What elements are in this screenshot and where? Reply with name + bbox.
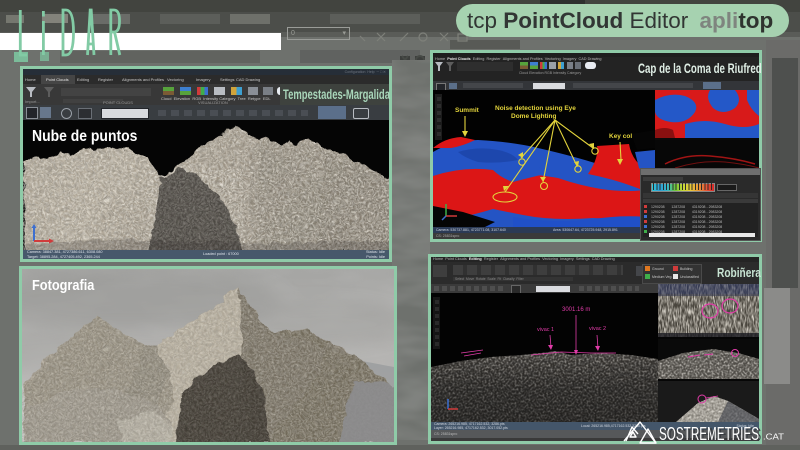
svg-text:Key col: Key col [609,133,632,140]
svg-text:Dome Lighting: Dome Lighting [511,113,557,120]
svg-text:vivac 2: vivac 2 [589,326,606,332]
svg-text:.CAT: .CAT [763,432,784,442]
svg-text:Noise detection using Eye: Noise detection using Eye [495,105,576,112]
svg-text:SOSTREMETRIES: SOSTREMETRIES [659,423,759,444]
svg-text:3001.16 m: 3001.16 m [562,307,590,313]
svg-text:Summit: Summit [455,107,480,114]
svg-text:vivac 1: vivac 1 [537,327,554,333]
